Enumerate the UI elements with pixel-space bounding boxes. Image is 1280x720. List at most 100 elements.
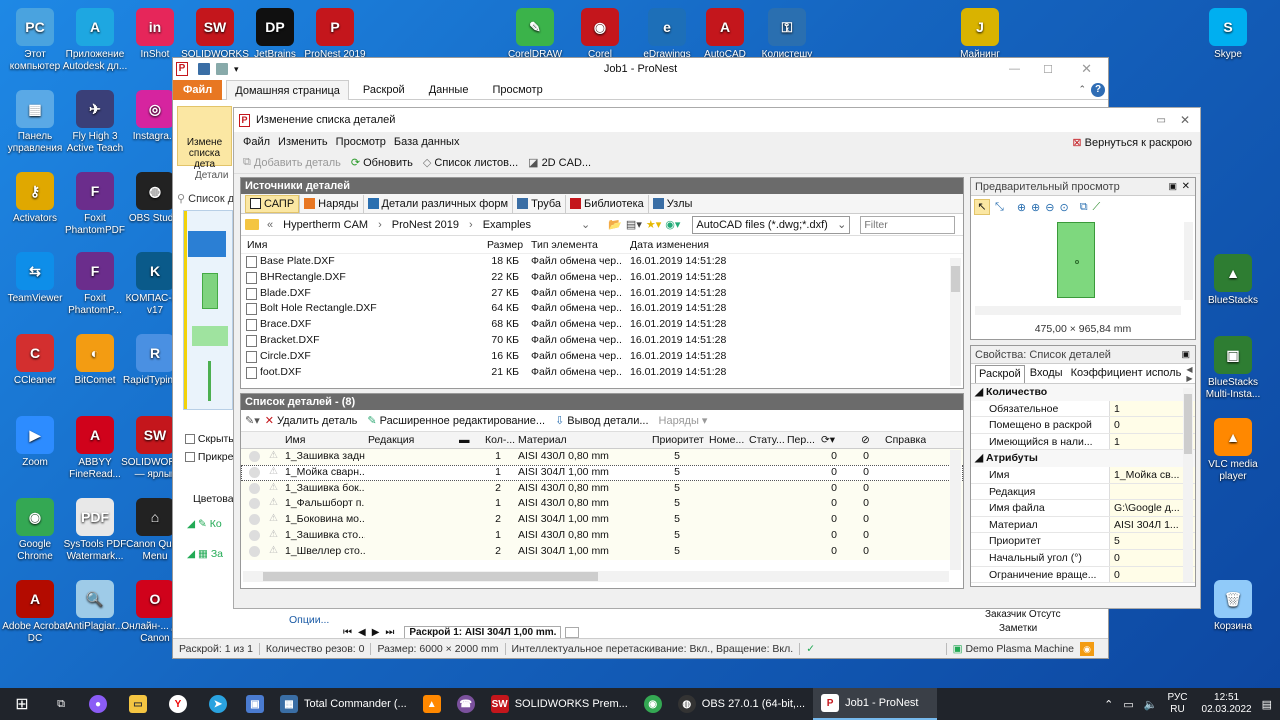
nav-last-icon[interactable]: ⏭ (385, 627, 394, 638)
pcol-revision[interactable]: Редакция (368, 434, 414, 446)
minimize-button[interactable]: — (1009, 63, 1020, 75)
nav-prev-icon[interactable]: ◀ (358, 627, 366, 638)
maximize-button[interactable]: ☐ (1043, 63, 1053, 76)
part-output-button[interactable]: ⇩ Вывод детали... (550, 411, 653, 431)
sheet-list-button[interactable]: ◇ Список листов... (418, 153, 523, 173)
sound-icon[interactable]: 🔈 (1144, 698, 1158, 711)
property-tabs-nav-icon[interactable]: ◀ ▶ (1186, 365, 1195, 383)
task-view-icon[interactable]: ⧉ (44, 698, 78, 711)
desktop-icon[interactable]: ⚿ Колистешу (752, 8, 822, 61)
property-row[interactable]: Имя файла G:\Google д... (971, 500, 1195, 517)
preview-close-icon[interactable]: ✕ (1182, 181, 1190, 192)
desktop-icon[interactable]: ▲ BlueStacks (1198, 254, 1268, 307)
chrome-taskbar-icon[interactable]: ◉ (636, 695, 670, 713)
property-row[interactable]: Имя 1_Мойка св... (971, 466, 1195, 484)
nav-first-icon[interactable]: ⏮ (343, 627, 352, 638)
part-edit-dropdown[interactable]: ✎▾ (245, 414, 260, 427)
part-list-hscroll[interactable] (243, 571, 949, 582)
part-row[interactable]: ⚠ 1_Зашивка задн... 1 AISI 430Л 0,80 mm 5 0 0 (241, 449, 963, 465)
preview-pin-icon[interactable]: ▣ (1168, 181, 1177, 192)
source-tab-3[interactable]: Труба (512, 194, 565, 213)
close-button[interactable]: ✕ (1081, 61, 1092, 77)
part-row[interactable]: ⚠ 1_Зашивка бок... 2 AISI 430Л 0,80 mm 5 0 0 (241, 480, 963, 497)
pcol-mirror-icon[interactable]: ⊘ (861, 434, 870, 446)
nest-tab[interactable]: Раскрой 1: AISI 304Л 1,00 mm. (404, 625, 562, 639)
desktop-icon[interactable]: ▲ VLC media player (1198, 418, 1268, 483)
file-type-filter[interactable]: AutoCAD files (*.dwg;*.dxf) ⌄ (692, 215, 851, 234)
file-row[interactable]: Bracket.DXF 70 КБ Файл обмена чер... 16.01.… (241, 333, 963, 349)
tree-item-1[interactable]: ◢ ✎ Ко (187, 518, 222, 530)
nav-next-icon[interactable]: ▶ (372, 627, 380, 638)
preview-hscroll[interactable] (975, 306, 1181, 315)
source-tab-0[interactable]: САПР (245, 194, 300, 213)
pcol-name[interactable]: Имя (285, 434, 305, 446)
start-button[interactable]: ⊞ (0, 688, 44, 720)
back-chevron-icon[interactable]: « (267, 219, 273, 231)
property-row[interactable]: Имеющийся в нали... 1 (971, 433, 1195, 451)
zoom-out-icon[interactable]: ⊖ (1045, 201, 1054, 214)
breadcrumb-3[interactable]: Examples (483, 219, 531, 231)
breadcrumb-2[interactable]: ProNest 2019 (392, 219, 459, 231)
preview-vscroll[interactable] (1184, 222, 1193, 300)
file-row[interactable]: Blade.DXF 27 КБ Файл обмена чер... 16.01.20… (241, 286, 963, 302)
pcol-qty[interactable]: Кол-... (485, 434, 515, 446)
refresh-button[interactable]: ⟳ Обновить (346, 153, 418, 173)
taskbar-total-commander[interactable]: ▦ Total Commander (... (272, 688, 415, 720)
part-row[interactable]: ⚠ 1_Фальшборт п... 1 AISI 430Л 0,80 mm 5 0 0 (241, 496, 963, 513)
zoom-in-icon[interactable]: ⊕ (1031, 201, 1040, 214)
file-row[interactable]: BHRectangle.DXF 22 КБ Файл обмена чер... 16… (241, 270, 963, 286)
part-row[interactable]: ⚠ 1_Зашивка сто... 1 AISI 430Л 0,80 mm 5 0 0 (241, 527, 963, 544)
copy-icon[interactable]: ⧉ (1080, 201, 1088, 214)
tab-home[interactable]: Домашняя страница (226, 79, 349, 100)
tab-nesting[interactable]: Раскрой (353, 84, 415, 96)
file-explorer-icon[interactable]: ▭ (118, 695, 158, 713)
attach-checkbox[interactable]: Прикре (185, 451, 233, 463)
zoom-window-icon[interactable]: ⊕ (1017, 201, 1026, 214)
dialog-restore-button[interactable]: ▭ (1157, 115, 1166, 126)
dialog-close-button[interactable]: ✕ (1180, 113, 1190, 127)
viber-icon[interactable]: ☎ (449, 695, 483, 713)
measure-icon[interactable]: ⟋ (1093, 201, 1101, 214)
desktop-icon[interactable]: ✎ CorelDRAW (500, 8, 570, 61)
col-name[interactable]: Имя (247, 239, 267, 251)
file-row[interactable]: Bolt Hole Rectangle.DXF 64 КБ Файл обмена … (241, 301, 963, 317)
property-row[interactable]: Ограничение враще... 0 (971, 566, 1195, 584)
desktop-icon[interactable]: S Skype (1193, 8, 1263, 61)
file-row[interactable]: Base Plate.DXF 18 КБ Файл обмена чер... 16.… (241, 254, 963, 270)
property-group-header[interactable]: ◢ Количество (971, 384, 1195, 401)
part-list-vscroll[interactable] (950, 450, 961, 570)
taskbar-solidworks[interactable]: SW SOLIDWORKS Prem... (483, 688, 636, 720)
quick-access-icon[interactable] (216, 63, 228, 75)
ribbon-edit-part-list-button[interactable]: Измене списка дета (177, 106, 232, 170)
property-row[interactable]: Начальный угол (°) 0 (971, 549, 1195, 567)
file-row[interactable]: Brace.DXF 68 КБ Файл обмена чер... 16.01.20… (241, 317, 963, 333)
col-date[interactable]: Дата изменения (630, 239, 709, 251)
col-size[interactable]: Размер (487, 239, 523, 251)
open-folder-icon[interactable]: 📂 (608, 218, 622, 231)
rss-icon[interactable]: ◉ (1080, 641, 1094, 656)
taskbar-pronest[interactable]: P Job1 - ProNest (813, 688, 938, 720)
pcol-number[interactable]: Номе... (709, 434, 744, 446)
vlc-taskbar-icon[interactable]: ▲ (415, 695, 449, 713)
property-tab-1[interactable]: Входы (1027, 365, 1066, 383)
desktop-icon[interactable]: A AutoCAD (690, 8, 760, 61)
check-icon[interactable]: ✓ (800, 643, 821, 655)
file-list-scrollbar[interactable] (950, 258, 961, 386)
select-tool-icon[interactable]: ↖ (974, 199, 990, 215)
property-row[interactable]: Редакция (971, 483, 1195, 501)
file-row[interactable]: foot.DXF 21 КБ Файл обмена чер... 16.01.201… (241, 365, 963, 381)
properties-pin-icon[interactable]: ▣ (1181, 349, 1190, 360)
taskbar-app-purple-icon[interactable]: ● (78, 695, 118, 713)
new-nest-tab[interactable] (565, 626, 580, 638)
desktop-icon[interactable]: J Майнинг (945, 8, 1015, 61)
property-row[interactable]: Помещено в раскрой 0 (971, 417, 1195, 434)
telegram-icon[interactable]: ➤ (198, 695, 238, 713)
hide-checkbox[interactable]: Скрыть (185, 433, 234, 445)
help-icon[interactable]: ? (1091, 82, 1105, 97)
filter-input[interactable] (860, 215, 956, 234)
options-link[interactable]: Опции... (289, 614, 329, 626)
network-icon[interactable]: ▭ (1123, 698, 1133, 711)
yandex-browser-icon[interactable]: Y (158, 695, 198, 713)
collapse-ribbon-icon[interactable]: ⌃ (1078, 84, 1086, 95)
tree-item-2[interactable]: ◢ ▦ За (187, 548, 223, 560)
